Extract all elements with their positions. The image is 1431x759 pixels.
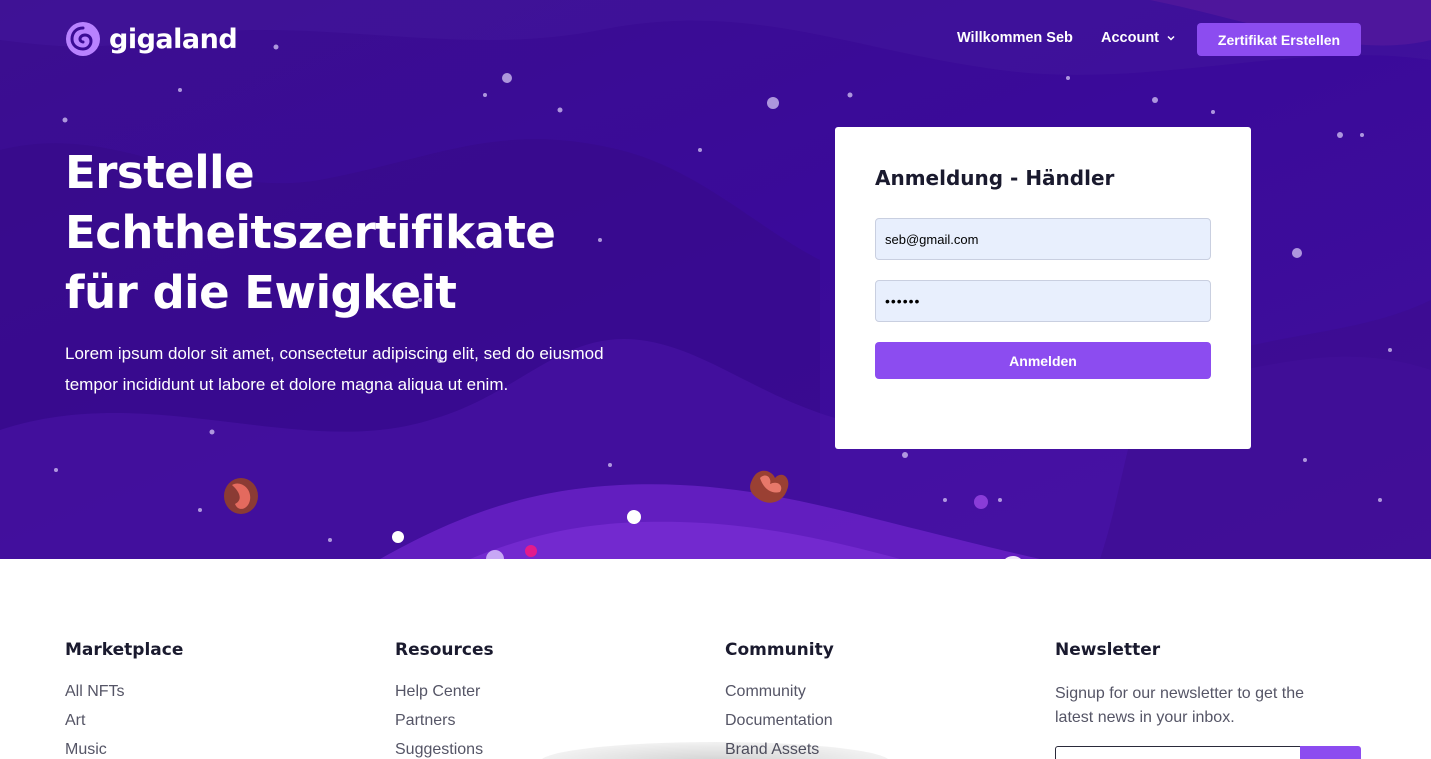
hero-title: Erstelle Echtheitszertifikate für die Ew…: [65, 143, 685, 323]
footer-link-all-nfts[interactable]: All NFTs: [65, 682, 183, 711]
hero-title-line-1: Erstelle: [65, 146, 255, 199]
logo[interactable]: gigaland: [65, 20, 238, 58]
hero-title-line-2: Echtheitszertifikate: [65, 206, 556, 259]
footer-link-suggestions[interactable]: Suggestions: [395, 740, 494, 759]
footer-heading-marketplace: Marketplace: [65, 640, 184, 660]
newsletter-form: [1055, 746, 1361, 759]
newsletter-submit-button[interactable]: [1300, 746, 1361, 759]
email-field[interactable]: seb@gmail.com: [875, 218, 1211, 260]
footer-link-music[interactable]: Music: [65, 740, 183, 759]
create-certificate-button[interactable]: Zertifikat Erstellen: [1197, 23, 1361, 56]
footer-community: Community Community Documentation Brand …: [725, 640, 834, 759]
login-card: Anmeldung - Händler seb@gmail.com ••••••…: [835, 127, 1251, 449]
planet-left-icon: [224, 478, 258, 514]
footer-link-partners[interactable]: Partners: [395, 711, 494, 740]
decorative-shadow: [540, 742, 890, 759]
account-menu[interactable]: Account: [1101, 30, 1175, 46]
hero-description: Lorem ipsum dolor sit amet, consectetur …: [65, 344, 604, 394]
account-label: Account: [1101, 30, 1159, 46]
footer-newsletter: Newsletter Signup for our newsletter to …: [1055, 640, 1335, 730]
footer-heading-community: Community: [725, 640, 834, 660]
footer-link-documentation[interactable]: Documentation: [725, 711, 834, 740]
footer-heading-resources: Resources: [395, 640, 494, 660]
newsletter-email-input[interactable]: [1055, 746, 1301, 759]
footer-resources: Resources Help Center Partners Suggestio…: [395, 640, 494, 759]
footer-heading-newsletter: Newsletter: [1055, 640, 1161, 660]
footer-link-art[interactable]: Art: [65, 711, 183, 740]
footer-link-help-center[interactable]: Help Center: [395, 682, 494, 711]
login-title: Anmeldung - Händler: [875, 166, 1115, 190]
hero-section: gigaland Willkommen Seb Account Zertifik…: [0, 0, 1431, 559]
newsletter-text: Signup for our newsletter to get the lat…: [1055, 685, 1305, 726]
swirl-logo-icon: [66, 22, 100, 56]
footer-link-community[interactable]: Community: [725, 682, 834, 711]
hero-title-line-3: für die Ewigkeit: [65, 266, 457, 319]
chevron-down-icon: [1167, 35, 1175, 41]
welcome-link[interactable]: Willkommen Seb: [957, 30, 1073, 46]
login-button[interactable]: Anmelden: [875, 342, 1211, 379]
logo-text: gigaland: [109, 23, 238, 55]
footer-marketplace: Marketplace All NFTs Art Music: [65, 640, 183, 759]
password-field[interactable]: ••••••: [875, 280, 1211, 322]
top-nav: gigaland Willkommen Seb Account Zertifik…: [0, 0, 1431, 80]
